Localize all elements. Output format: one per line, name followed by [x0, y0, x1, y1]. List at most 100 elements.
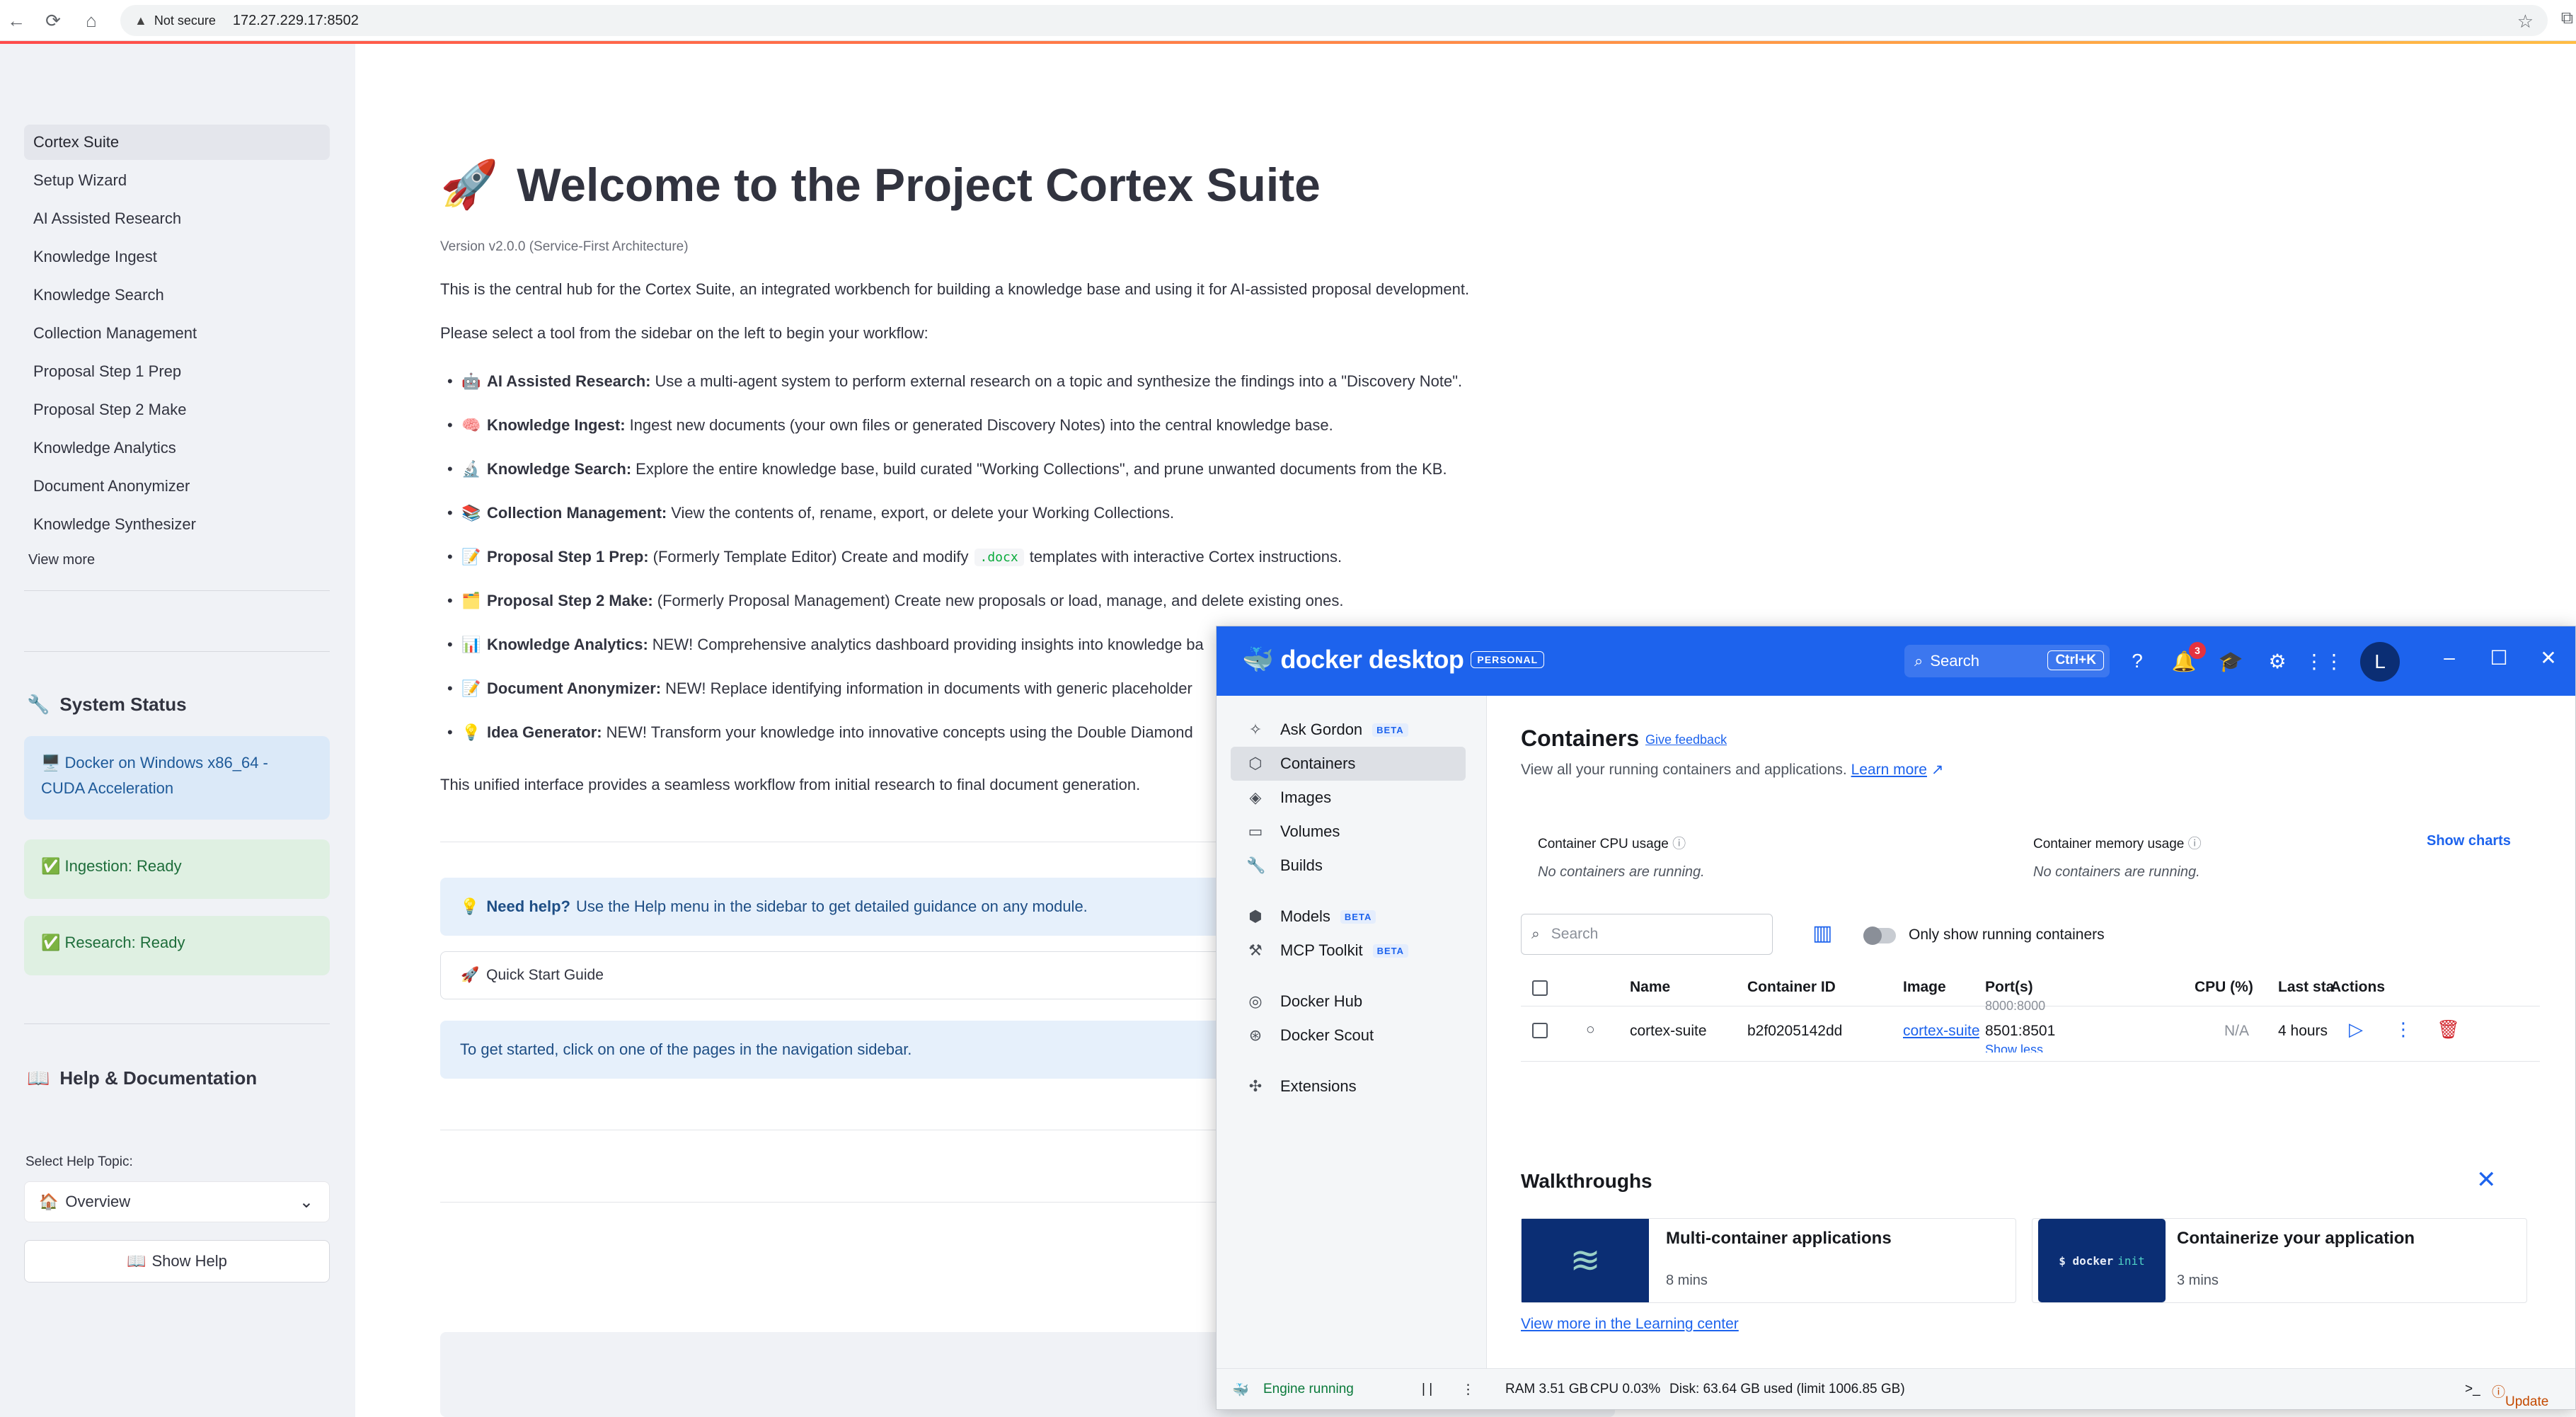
gear-icon[interactable]: ⚙ — [2262, 646, 2292, 676]
container-id: b2f0205142dd — [1747, 1023, 1843, 1039]
cpu-value: N/A — [2224, 1023, 2250, 1039]
sidebar-item-cortex-suite[interactable]: Cortex Suite — [24, 125, 330, 160]
book-icon: 📖 — [127, 1252, 146, 1270]
walkthrough-card-multi-container[interactable]: ≋ Multi-container applications 8 mins — [1521, 1218, 2016, 1303]
learning-icon[interactable]: 🎓 — [2216, 646, 2246, 676]
docker-nav-builds[interactable]: 🔧 Builds — [1231, 849, 1466, 883]
docker-nav-volumes[interactable]: ▭ Volumes — [1231, 815, 1466, 849]
column-header-name[interactable]: Name — [1630, 979, 1670, 996]
docker-nav-containers[interactable]: ⬡ Containers — [1231, 747, 1466, 781]
column-header-ports[interactable]: Port(s) — [1985, 979, 2033, 996]
play-icon[interactable]: ▷ — [2349, 1019, 2363, 1040]
show-help-button[interactable]: 📖 Show Help — [24, 1240, 330, 1283]
column-header-last-started[interactable]: Last sta — [2278, 979, 2334, 996]
help-topic-select[interactable]: 🏠 Overview ⌄ — [24, 1181, 330, 1222]
address-bar[interactable]: ▲ Not secure 172.27.229.17:8502 ☆ — [120, 5, 2548, 36]
sidebar-item-setup-wizard[interactable]: Setup Wizard — [24, 163, 330, 198]
column-header-image[interactable]: Image — [1903, 979, 1946, 996]
brain-icon: 🧠 — [461, 416, 481, 434]
terminal-thumbnail: $ docker init — [2038, 1219, 2166, 1302]
sidebar-item-knowledge-ingest[interactable]: Knowledge Ingest — [24, 239, 330, 275]
docker-nav-models[interactable]: ⬢ Models BETA — [1231, 900, 1466, 934]
more-options-icon[interactable]: ⋮ — [2394, 1019, 2413, 1040]
help-icon[interactable]: ? — [2122, 646, 2152, 676]
whale-icon: 🐳 — [1232, 1383, 1249, 1398]
docker-logo: 🐳 docker desktop PERSONAL — [1242, 645, 1545, 675]
docker-nav-ask-gordon[interactable]: ✧ Ask Gordon BETA — [1231, 713, 1466, 747]
computer-icon: 🖥️ — [41, 754, 65, 771]
sidebar-item-knowledge-synthesizer[interactable]: Knowledge Synthesizer — [24, 507, 330, 542]
walkthrough-card-containerize[interactable]: $ docker init Containerize your applicati… — [2032, 1218, 2527, 1303]
ingestion-status-box: ✅ Ingestion: Ready — [24, 839, 330, 899]
wrench-icon: 🔧 — [27, 694, 50, 715]
apps-grid-icon[interactable]: ⋮⋮ — [2304, 646, 2344, 676]
trash-icon[interactable]: 🗑 — [2437, 1019, 2460, 1040]
sidebar-item-document-anonymizer[interactable]: Document Anonymizer — [24, 469, 330, 504]
more-icon[interactable]: ⋮ — [1461, 1382, 1475, 1398]
learn-more-link[interactable]: Learn more — [1851, 762, 1927, 778]
running-only-label: Only show running containers — [1909, 926, 2105, 943]
sidebar-item-collection-management[interactable]: Collection Management — [24, 316, 330, 351]
help-heading: 📖 Help & Documentation — [27, 1067, 258, 1089]
close-icon[interactable]: ✕ — [2534, 646, 2563, 670]
sidebar-item-proposal-step-1[interactable]: Proposal Step 1 Prep — [24, 354, 330, 389]
docker-nav-extensions[interactable]: ✣ Extensions — [1231, 1069, 1466, 1103]
back-icon[interactable]: ← — [3, 7, 30, 34]
url-text[interactable]: 172.27.229.17:8502 — [233, 13, 359, 29]
sidebar-item-ai-assisted-research[interactable]: AI Assisted Research — [24, 201, 330, 236]
microscope-icon: 🔬 — [461, 460, 481, 478]
terminal-icon[interactable]: >_ — [2465, 1382, 2480, 1397]
select-all-checkbox[interactable] — [1532, 980, 1548, 996]
column-header-cpu[interactable]: CPU (%) — [2195, 979, 2253, 996]
port-clipped: 8000:8000 — [1985, 999, 2046, 1010]
docker-search[interactable]: ⌕ Search Ctrl+K — [1904, 645, 2110, 677]
pause-icon[interactable]: | | — [1422, 1382, 1432, 1397]
sidebar-item-proposal-step-2[interactable]: Proposal Step 2 Make — [24, 392, 330, 428]
docker-nav-images[interactable]: ◈ Images — [1231, 781, 1466, 815]
container-icon: ⬡ — [1248, 755, 1263, 772]
memory-usage-value: No containers are running. — [2033, 864, 2200, 880]
bookmark-star-icon[interactable]: ☆ — [2517, 11, 2534, 33]
last-started: 4 hours a — [2278, 1023, 2330, 1039]
divider — [24, 1023, 330, 1024]
container-name[interactable]: cortex-suite — [1630, 1023, 1707, 1040]
docker-nav-mcp-toolkit[interactable]: ⚒ MCP Toolkit BETA — [1231, 934, 1466, 968]
show-charts-button[interactable]: Show charts — [2427, 833, 2511, 849]
running-only-toggle[interactable] — [1863, 926, 1896, 945]
list-item: • 📝 Proposal Step 1 Prep: (Formerly Templat… — [447, 548, 1342, 566]
view-more-link[interactable]: View more — [28, 552, 95, 568]
column-header-container-id[interactable]: Container ID — [1747, 979, 1836, 996]
maximize-icon[interactable]: ☐ — [2485, 646, 2513, 670]
engine-status[interactable]: Engine running — [1263, 1382, 1354, 1397]
ram-usage: RAM 3.51 GB — [1505, 1382, 1589, 1396]
show-less-link[interactable]: Show less — [1985, 1043, 2043, 1052]
sparkle-icon: ✧ — [1248, 721, 1263, 738]
minimize-icon[interactable]: – — [2435, 646, 2463, 669]
container-search-input[interactable]: ⌕ Search — [1521, 914, 1773, 955]
memo-icon: 📝 — [461, 548, 481, 566]
outro-text: This unified interface provides a seamle… — [440, 776, 1141, 793]
search-icon: ⌕ — [1914, 652, 1924, 670]
rocket-icon: 🚀 — [461, 967, 480, 983]
row-checkbox[interactable] — [1532, 1023, 1548, 1038]
home-icon[interactable]: ⌂ — [78, 7, 105, 34]
reload-icon[interactable]: ⟳ — [40, 7, 67, 34]
extension-icon[interactable]: ⧉ — [2561, 8, 2573, 28]
docker-containers-view: Containers Give feedback View all your r… — [1487, 696, 2575, 1368]
update-button[interactable]: ⓘ Update — [2492, 1382, 2548, 1409]
sidebar-item-knowledge-analytics[interactable]: Knowledge Analytics — [24, 430, 330, 466]
image-link[interactable]: cortex-suite — [1903, 1023, 1979, 1040]
sidebar-item-knowledge-search[interactable]: Knowledge Search — [24, 277, 330, 313]
learning-center-link[interactable]: View more in the Learning center — [1521, 1316, 1739, 1333]
list-item: • 📚 Collection Management: View the content… — [447, 504, 1175, 522]
avatar[interactable]: L — [2360, 642, 2400, 682]
check-icon: ✅ — [41, 934, 65, 951]
give-feedback-link[interactable]: Give feedback — [1645, 733, 1727, 747]
sidebar-nav: Cortex Suite Setup Wizard AI Assisted Re… — [24, 125, 330, 545]
close-walkthroughs-icon[interactable]: ✕ — [2476, 1166, 2497, 1194]
docker-nav-docker-scout[interactable]: ⊛ Docker Scout — [1231, 1019, 1466, 1052]
security-label: Not secure — [154, 13, 216, 28]
columns-icon[interactable]: ▥ — [1812, 921, 1832, 946]
docker-nav-docker-hub[interactable]: ◎ Docker Hub — [1231, 985, 1466, 1019]
lightbulb-icon: 💡 — [460, 897, 480, 915]
